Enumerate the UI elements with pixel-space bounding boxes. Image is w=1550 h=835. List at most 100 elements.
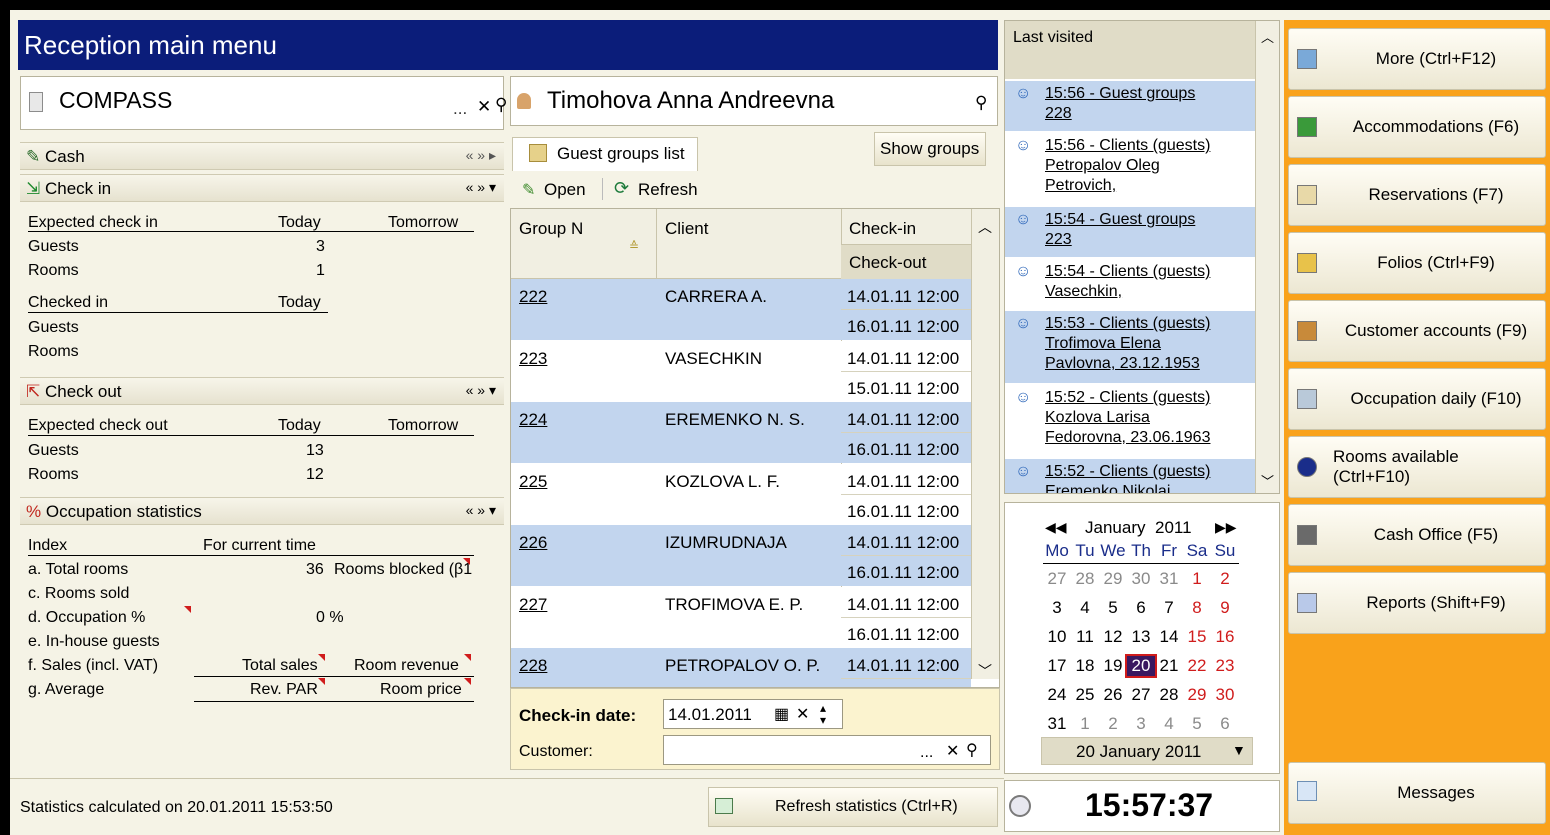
scrollbar[interactable]: ︿ ﹀ [971, 209, 999, 679]
calendar-day[interactable]: 25 [1071, 685, 1099, 705]
calendar-day[interactable]: 8 [1183, 598, 1211, 618]
calendar-day[interactable]: 30 [1211, 685, 1239, 705]
calendar-day[interactable]: 28 [1155, 685, 1183, 705]
calendar-day[interactable]: 27 [1127, 685, 1155, 705]
checkin-section-header[interactable]: ⇲ Check in « » ▾ [20, 174, 504, 202]
last-visited-link[interactable]: Pavlovna, 23.12.1953 [1045, 355, 1200, 373]
checkin-date-field[interactable]: 14.01.2011 ▦ ✕ ▴ ▾ [663, 699, 843, 729]
table-row[interactable]: 228 PETROPALOV O. P. 14.01.11 12:00 [511, 648, 971, 687]
calendar-day[interactable]: 16 [1211, 627, 1239, 647]
calendar-icon[interactable]: ▦ [774, 704, 789, 724]
messages-button[interactable]: Messages [1288, 762, 1546, 824]
calendar-day[interactable]: 1 [1071, 714, 1099, 734]
calendar-day[interactable]: 31 [1155, 569, 1183, 589]
calendar-day-selected[interactable]: 20 [1125, 654, 1157, 678]
calendar-day[interactable]: 14 [1155, 627, 1183, 647]
last-visited-item[interactable]: ☺ 15:52 - Clients (guests) Eremenko Nikola… [1005, 459, 1255, 493]
last-visited-link[interactable]: Trofimova Elena [1045, 335, 1161, 353]
nav-button-customer[interactable]: Customer accounts (F9) [1288, 300, 1546, 362]
last-visited-link[interactable]: Petrovich, [1045, 177, 1116, 195]
table-row[interactable]: 222 CARRERA A. 14.01.11 12:00 16.01.11 12:0… [511, 279, 971, 340]
col-checkin-header[interactable]: Check-in [849, 219, 916, 239]
table-row[interactable]: 225 KOZLOVA L. F. 14.01.11 12:00 16.01.11 1… [511, 463, 971, 525]
last-visited-link[interactable]: Fedorovna, 23.06.1963 [1045, 429, 1210, 447]
select-button[interactable]: ... [920, 744, 933, 762]
nav-button-cash[interactable]: Cash Office (F5) [1288, 504, 1546, 566]
last-visited-link[interactable]: 15:52 - Clients (guests) [1045, 463, 1210, 481]
last-visited-link[interactable]: 15:56 - Clients (guests) [1045, 137, 1210, 155]
group-number-link[interactable]: 222 [519, 287, 547, 307]
refresh-stats-button[interactable]: Refresh statistics (Ctrl+R) [708, 787, 998, 827]
organization-field[interactable]: COMPASS ... ✕ ⚲ [20, 76, 507, 130]
chevron-up-icon[interactable]: ︿ [978, 217, 992, 237]
last-visited-item[interactable]: ☺ 15:54 - Clients (guests) Vasechkin, [1005, 259, 1255, 309]
calendar-day[interactable]: 9 [1211, 598, 1239, 618]
group-number-link[interactable]: 225 [519, 472, 547, 492]
nav-button-reservations[interactable]: Reservations (F7) [1288, 164, 1546, 226]
open-button[interactable]: Open [544, 180, 586, 200]
last-visited-link[interactable]: Kozlova Larisa [1045, 409, 1150, 427]
collapse-arrows-icon[interactable]: « » ▾ [466, 179, 496, 196]
calendar-day[interactable]: 3 [1127, 714, 1155, 734]
calendar-day[interactable]: 12 [1099, 627, 1127, 647]
collapse-arrows-icon[interactable]: « » ▾ [466, 382, 496, 399]
group-number-link[interactable]: 227 [519, 595, 547, 615]
chevron-down-icon[interactable]: ▼ [1232, 742, 1246, 758]
table-row[interactable]: 227 TROFIMOVA E. P. 14.01.11 12:00 16.01.11… [511, 586, 971, 648]
calendar-day[interactable]: 18 [1071, 656, 1099, 676]
expand-arrows-icon[interactable]: « » ▸ [466, 147, 496, 164]
show-groups-button[interactable]: Show groups [874, 132, 986, 166]
sort-icon[interactable]: ≙ [629, 239, 639, 253]
nav-button-more[interactable]: More (Ctrl+F12) [1288, 28, 1546, 90]
calendar-day[interactable]: 7 [1155, 598, 1183, 618]
chevron-down-icon[interactable]: ﹀ [1261, 471, 1274, 490]
select-button[interactable]: ... [453, 99, 467, 119]
guest-field[interactable]: Timohova Anna Andreevna ⚲ [510, 76, 998, 126]
clear-icon[interactable]: ✕ [796, 704, 809, 724]
last-visited-link[interactable]: 15:53 - Clients (guests) [1045, 315, 1210, 333]
last-visited-item[interactable]: ☺ 15:52 - Clients (guests) Kozlova Larisa F… [1005, 385, 1255, 457]
calendar-day[interactable]: 19 [1099, 656, 1127, 676]
group-number-link[interactable]: 223 [519, 349, 547, 369]
group-number-link[interactable]: 228 [519, 656, 547, 676]
last-visited-item[interactable]: ☺ 15:56 - Clients (guests) Petropalov Oleg… [1005, 133, 1255, 205]
calendar-day[interactable]: 21 [1155, 656, 1183, 676]
last-visited-link[interactable]: Eremenko Nikolai [1045, 483, 1170, 493]
table-row[interactable]: 224 EREMENKO N. S. 14.01.11 12:00 16.01.11 … [511, 402, 971, 463]
nav-button-accommodations[interactable]: Accommodations (F6) [1288, 96, 1546, 158]
calendar-day[interactable]: 29 [1099, 569, 1127, 589]
last-visited-item[interactable]: ☺ 15:54 - Guest groups 223 [1005, 207, 1255, 257]
nav-button-rooms[interactable]: Rooms available (Ctrl+F10) [1288, 436, 1546, 498]
chevron-down-icon[interactable]: ﹀ [978, 661, 992, 681]
group-number-link[interactable]: 224 [519, 410, 547, 430]
refresh-button[interactable]: Refresh [638, 180, 698, 200]
calendar-day[interactable]: 6 [1211, 714, 1239, 734]
last-visited-link[interactable]: 15:54 - Clients (guests) [1045, 263, 1210, 281]
chevron-up-icon[interactable]: ︿ [1261, 27, 1274, 46]
last-visited-item[interactable]: ☺ 15:56 - Guest groups 228 [1005, 81, 1255, 131]
calendar-day[interactable]: 27 [1043, 569, 1071, 589]
calendar-day[interactable]: 22 [1183, 656, 1211, 676]
calendar-day[interactable]: 13 [1127, 627, 1155, 647]
calendar-day[interactable]: 1 [1183, 569, 1211, 589]
calendar-day[interactable]: 5 [1183, 714, 1211, 734]
clear-icon[interactable]: ✕ [946, 741, 959, 761]
last-visited-link[interactable]: 228 [1045, 105, 1072, 123]
customer-field[interactable]: ... ✕ ⚲ [663, 735, 991, 765]
calendar-day[interactable]: 4 [1155, 714, 1183, 734]
last-visited-link[interactable]: 223 [1045, 231, 1072, 249]
calendar-day[interactable]: 2 [1211, 569, 1239, 589]
occupation-section-header[interactable]: % Occupation statistics « » ▾ [20, 497, 504, 525]
calendar-day[interactable]: 5 [1099, 598, 1127, 618]
spinner-icon[interactable]: ▴ ▾ [820, 702, 826, 726]
next-month-icon[interactable]: ▶▶ [1215, 519, 1237, 536]
calendar-date-select[interactable]: 20 January 2011 ▼ [1041, 737, 1253, 765]
last-visited-link[interactable]: 15:56 - Guest groups [1045, 85, 1195, 103]
table-row[interactable]: 226 IZUMRUDNAJA 14.01.11 12:00 16.01.11 12:… [511, 525, 971, 586]
table-row[interactable]: 223 VASECHKIN 14.01.11 12:00 15.01.11 12:00 [511, 340, 971, 402]
refresh-icon[interactable]: ⟳ [614, 178, 629, 199]
calendar-day[interactable]: 23 [1211, 656, 1239, 676]
calendar-day[interactable]: 24 [1043, 685, 1071, 705]
calendar-day[interactable]: 4 [1071, 598, 1099, 618]
calendar-day[interactable]: 11 [1071, 627, 1099, 647]
